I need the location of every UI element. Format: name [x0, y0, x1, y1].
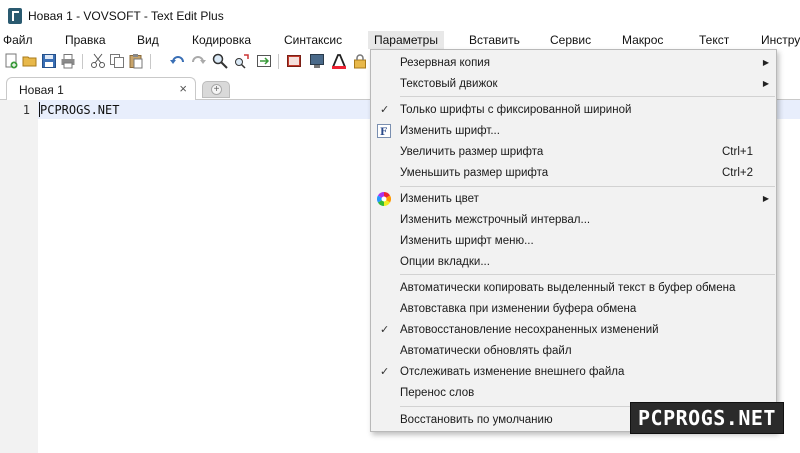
title-bar: Новая 1 - VOVSOFT - Text Edit Plus: [0, 0, 800, 31]
text-color-icon[interactable]: [331, 53, 347, 69]
menu-line-spacing[interactable]: Изменить межстрочный интервал...: [371, 210, 776, 230]
paste-icon[interactable]: [128, 53, 144, 69]
menu-encoding[interactable]: Кодировка: [192, 31, 251, 49]
menu-item-label: Автоматически обновлять файл: [400, 345, 572, 357]
menu-item-label: Только шрифты с фиксированной шириной: [400, 104, 632, 116]
lock-icon[interactable]: [352, 53, 368, 69]
font-icon: F: [377, 124, 391, 138]
menu-text[interactable]: Текст: [699, 31, 729, 49]
menu-item-label: Уменьшить размер шрифта: [400, 167, 549, 179]
shortcut-label: Ctrl+2: [722, 167, 753, 179]
menu-item-label: Изменить межстрочный интервал...: [400, 214, 591, 226]
menu-change-font[interactable]: F Изменить шрифт...: [371, 121, 776, 141]
menu-separator: [400, 96, 775, 97]
menu-item-label: Автовставка при изменении буфера обмена: [400, 303, 637, 315]
menu-increase-font[interactable]: Увеличить размер шрифта Ctrl+1: [371, 142, 776, 162]
menu-item-label: Опции вкладки...: [400, 256, 490, 268]
menu-item-label: Текстовый движок: [400, 78, 498, 90]
submenu-arrow-icon: ▶: [762, 194, 769, 203]
menu-item-label: Резервная копия: [400, 57, 490, 69]
line-number: 1: [22, 103, 30, 117]
new-tab-button[interactable]: +: [202, 81, 230, 98]
plus-icon: +: [211, 84, 222, 95]
color-wheel-icon: [377, 192, 391, 206]
shortcut-label: Ctrl+1: [722, 146, 753, 158]
monitor-icon[interactable]: [309, 53, 325, 69]
menu-options[interactable]: Параметры: [368, 31, 444, 49]
text-caret: [39, 102, 40, 117]
menu-item-label: Изменить цвет: [400, 193, 479, 205]
menu-separator: [400, 274, 775, 275]
menu-track-external[interactable]: ✓ Отслеживать изменение внешнего файла: [371, 362, 776, 382]
cut-icon[interactable]: [90, 53, 106, 69]
menu-edit[interactable]: Правка: [65, 31, 106, 49]
menu-change-color[interactable]: Изменить цвет ▶: [371, 189, 776, 209]
tab-new-1[interactable]: Новая 1 ×: [6, 77, 196, 101]
menu-macro[interactable]: Макрос: [622, 31, 663, 49]
menu-item-label: Восстановить по умолчанию: [400, 414, 553, 426]
menu-fixed-width-fonts[interactable]: ✓ Только шрифты с фиксированной шириной: [371, 100, 776, 120]
menu-word-wrap[interactable]: Перенос слов: [371, 383, 776, 403]
tab-label: Новая 1: [19, 83, 64, 97]
menu-item-label: Увеличить размер шрифта: [400, 146, 544, 158]
print-icon[interactable]: [60, 53, 76, 69]
find-icon[interactable]: [212, 53, 228, 69]
menu-tab-options[interactable]: Опции вкладки...: [371, 252, 776, 272]
toolbar-separator: [278, 54, 279, 69]
svg-text:F: F: [380, 127, 387, 138]
checkmark-icon: ✓: [380, 104, 390, 116]
menu-item-label: Автовосстановление несохраненных изменен…: [400, 324, 659, 336]
menu-auto-paste[interactable]: Автовставка при изменении буфера обмена: [371, 299, 776, 319]
menu-auto-restore[interactable]: ✓ Автовосстановление несохраненных измен…: [371, 320, 776, 340]
menu-tools[interactable]: Инстру: [761, 31, 800, 49]
copy-icon[interactable]: [109, 53, 125, 69]
new-file-icon[interactable]: [3, 53, 19, 69]
menu-file[interactable]: Файл: [3, 31, 33, 49]
window-title: Новая 1 - VOVSOFT - Text Edit Plus: [28, 8, 224, 23]
menu-backup[interactable]: Резервная копия ▶: [371, 53, 776, 73]
line-number-gutter: 1: [0, 100, 38, 453]
undo-icon[interactable]: [170, 53, 186, 69]
checkmark-icon: ✓: [380, 324, 390, 336]
menu-auto-refresh[interactable]: Автоматически обновлять файл: [371, 341, 776, 361]
menu-item-label: Перенос слов: [400, 387, 475, 399]
open-folder-icon[interactable]: [22, 53, 38, 69]
menu-separator: [400, 186, 775, 187]
menu-service[interactable]: Сервис: [550, 31, 591, 49]
watermark: PCPROGS.NET: [630, 402, 784, 434]
menu-bar: Файл Правка Вид Кодировка Синтаксис Пара…: [0, 31, 800, 49]
menu-item-label: Изменить шрифт меню...: [400, 235, 534, 247]
submenu-arrow-icon: ▶: [762, 58, 769, 67]
menu-auto-copy[interactable]: Автоматически копировать выделенный текс…: [371, 278, 776, 298]
menu-view[interactable]: Вид: [137, 31, 159, 49]
menu-syntax[interactable]: Синтаксис: [284, 31, 342, 49]
toolbar-separator: [150, 54, 151, 69]
menu-text-engine[interactable]: Текстовый движок ▶: [371, 74, 776, 94]
menu-decrease-font[interactable]: Уменьшить размер шрифта Ctrl+2: [371, 163, 776, 183]
menu-insert[interactable]: Вставить: [469, 31, 520, 49]
app-logo-icon: [8, 7, 22, 24]
toolbar-separator: [82, 54, 83, 69]
save-icon[interactable]: [41, 53, 57, 69]
code-line[interactable]: PCPROGS.NET: [40, 103, 119, 117]
checkmark-icon: ✓: [380, 366, 390, 378]
menu-menu-font[interactable]: Изменить шрифт меню...: [371, 231, 776, 251]
menu-item-label: Изменить шрифт...: [400, 125, 500, 137]
submenu-arrow-icon: ▶: [762, 79, 769, 88]
menu-item-label: Автоматически копировать выделенный текс…: [400, 282, 736, 294]
replace-icon[interactable]: [234, 53, 250, 69]
tab-close-icon[interactable]: ×: [179, 81, 187, 96]
options-dropdown-menu: Резервная копия ▶ Текстовый движок ▶ ✓ Т…: [370, 49, 777, 432]
goto-icon[interactable]: [256, 53, 272, 69]
book-icon[interactable]: [286, 53, 302, 69]
redo-icon[interactable]: [190, 53, 206, 69]
menu-item-label: Отслеживать изменение внешнего файла: [400, 366, 625, 378]
